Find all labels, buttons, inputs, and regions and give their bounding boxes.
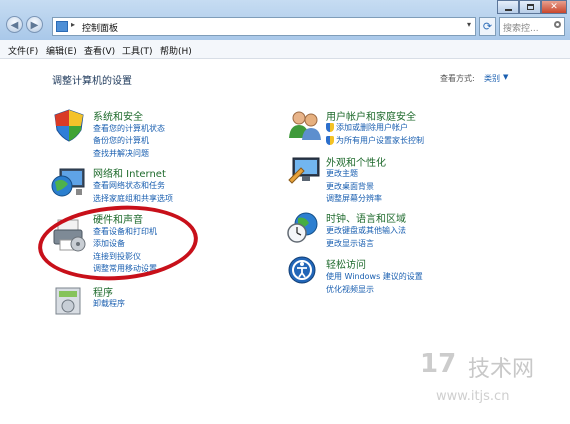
link-desktop-background[interactable]: 更改桌面背景	[326, 181, 374, 192]
link-add-remove-accounts[interactable]: 添加或删除用户帐户	[326, 122, 408, 133]
menu-bar: 文件(F) 编辑(E) 查看(V) 工具(T) 帮助(H)	[0, 40, 570, 59]
clock-globe-icon[interactable]	[286, 210, 322, 244]
network-globe-icon[interactable]	[50, 165, 88, 199]
link-uninstall-program[interactable]: 卸载程序	[93, 298, 125, 309]
breadcrumb-control-panel[interactable]: 控制面板	[82, 21, 118, 34]
forward-button[interactable]: ▶	[26, 16, 43, 33]
category-clock-language-region[interactable]: 时钟、语言和区域	[326, 210, 406, 225]
menu-tools[interactable]: 工具(T)	[122, 44, 153, 57]
watermark-name: 技术网	[468, 357, 535, 382]
menu-file[interactable]: 文件(F)	[8, 44, 38, 57]
link-view-computer-status[interactable]: 查看您的计算机状态	[93, 123, 165, 134]
chevron-down-icon[interactable]: ▼	[503, 73, 508, 81]
control-panel-icon	[56, 21, 68, 32]
window-controls: ✕	[497, 0, 570, 14]
category-appearance[interactable]: 外观和个性化	[326, 154, 386, 169]
view-by-label: 查看方式:	[440, 74, 475, 83]
search-placeholder: 搜索控...	[503, 24, 539, 34]
link-parental-controls[interactable]: 为所有用户设置家长控制	[326, 135, 424, 146]
category-ease-of-access[interactable]: 轻松访问	[326, 256, 366, 271]
category-programs[interactable]: 程序	[93, 284, 113, 299]
shield-icon[interactable]	[52, 108, 86, 142]
category-user-accounts[interactable]: 用户帐户和家庭安全	[326, 108, 416, 123]
link-screen-resolution[interactable]: 调整屏幕分辨率	[326, 193, 382, 204]
link-backup-computer[interactable]: 备份您的计算机	[93, 135, 149, 146]
link-label: 为所有用户设置家长控制	[336, 136, 424, 145]
link-label: 添加或删除用户帐户	[336, 123, 408, 132]
link-optimize-display[interactable]: 优化视频显示	[326, 284, 374, 295]
page-title: 调整计算机的设置	[52, 76, 132, 87]
refresh-button[interactable]: ⟳	[479, 17, 496, 36]
menu-edit[interactable]: 编辑(E)	[46, 44, 77, 57]
category-system-security[interactable]: 系统和安全	[93, 108, 143, 123]
category-network-internet[interactable]: 网络和 Internet	[93, 165, 166, 180]
link-find-fix-problems[interactable]: 查找并解决问题	[93, 148, 149, 159]
link-display-language[interactable]: 更改显示语言	[326, 238, 374, 249]
users-icon[interactable]	[287, 108, 323, 142]
title-bar: ◀ ▶ ▸ 控制面板 ▾ ⟳ 搜索控... ✕	[0, 0, 570, 40]
menu-view[interactable]: 查看(V)	[84, 44, 115, 57]
link-network-status[interactable]: 查看网络状态和任务	[93, 180, 165, 191]
breadcrumb-arrow-icon[interactable]: ▸	[71, 20, 75, 29]
watermark-url: www.itjs.cn	[436, 389, 510, 404]
link-recommended-settings[interactable]: 使用 Windows 建议的设置	[326, 271, 423, 282]
accessibility-icon[interactable]	[287, 255, 319, 287]
shield-icon	[326, 123, 334, 132]
programs-icon[interactable]	[52, 284, 86, 318]
link-change-theme[interactable]: 更改主题	[326, 168, 358, 179]
search-input[interactable]: 搜索控...	[499, 17, 565, 36]
back-button[interactable]: ◀	[6, 16, 23, 33]
link-homegroup-sharing[interactable]: 选择家庭组和共享选项	[93, 193, 173, 204]
monitor-paint-icon[interactable]	[287, 154, 323, 186]
shield-icon	[326, 136, 334, 145]
minimize-button[interactable]	[497, 0, 519, 14]
watermark-logo: 17	[420, 349, 457, 379]
search-icon	[554, 21, 561, 28]
address-bar[interactable]: ▸ 控制面板 ▾	[52, 17, 476, 36]
link-keyboard-input[interactable]: 更改键盘或其他输入法	[326, 225, 406, 236]
chevron-down-icon[interactable]: ▾	[467, 20, 471, 29]
close-button[interactable]: ✕	[541, 0, 567, 14]
watermark: 17 技术网 www.itjs.cn	[418, 349, 558, 409]
menu-help[interactable]: 帮助(H)	[160, 44, 192, 57]
view-by-select[interactable]: 类别	[484, 73, 500, 84]
maximize-button[interactable]	[519, 0, 541, 14]
